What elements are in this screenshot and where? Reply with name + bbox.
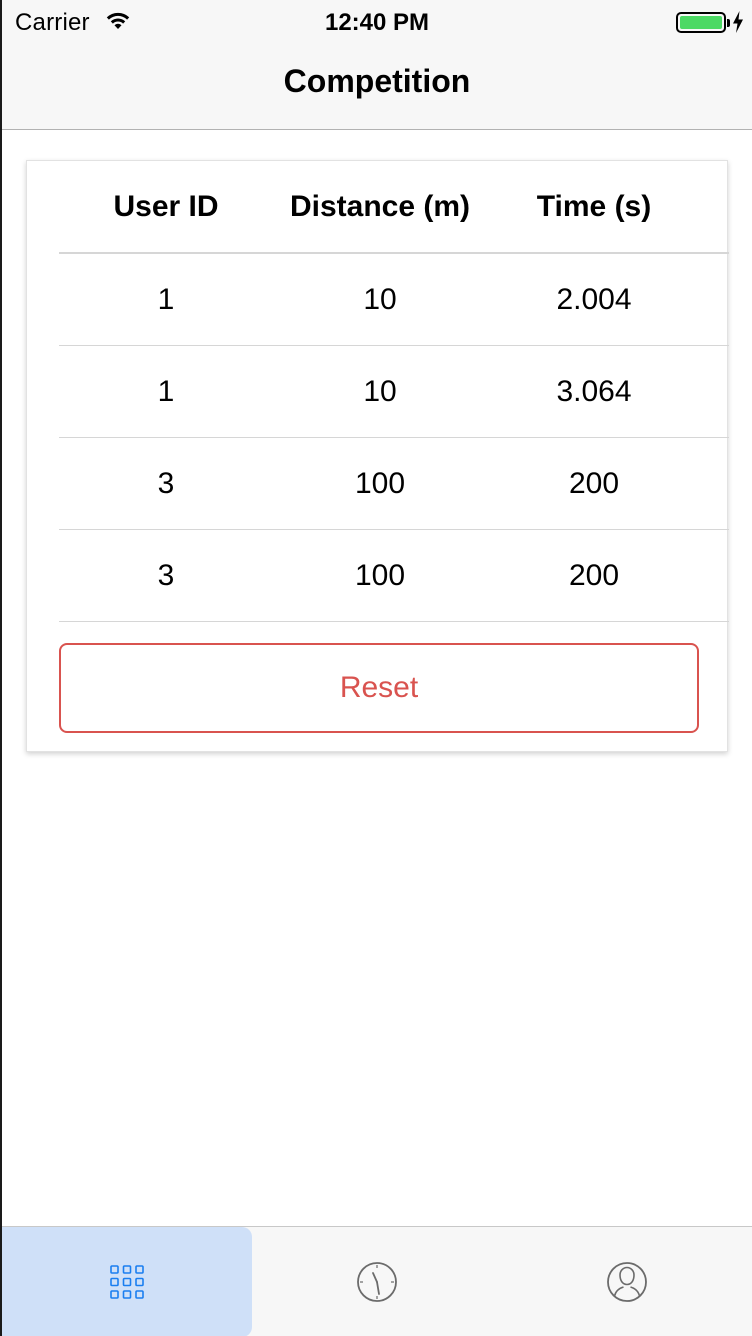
cell-user-id: 3 — [157, 558, 175, 592]
table-header-row: User ID Distance (m) Time (s) — [59, 161, 729, 254]
reset-button[interactable]: Reset — [59, 643, 699, 733]
cell-user-id: 1 — [157, 282, 175, 316]
column-header-user-id: User ID — [113, 189, 219, 223]
tab-grid[interactable] — [2, 1227, 252, 1336]
table-row: 1 10 3.064 — [59, 346, 729, 438]
battery-tip — [727, 19, 730, 27]
cell-distance: 10 — [363, 374, 397, 408]
battery-level — [680, 16, 722, 29]
cell-user-id: 3 — [157, 466, 175, 500]
tab-profile[interactable] — [502, 1227, 752, 1336]
profile-icon — [607, 1262, 647, 1302]
results-card: User ID Distance (m) Time (s) 1 10 2.004… — [26, 160, 729, 752]
cell-distance: 10 — [363, 282, 397, 316]
tab-history[interactable] — [252, 1227, 502, 1336]
app-screen: Carrier 12:40 PM Competition User ID Dis… — [0, 0, 752, 1336]
table-row: 3 100 200 — [59, 438, 729, 530]
cell-time: 200 — [568, 466, 620, 500]
table-row: 3 100 200 — [59, 530, 729, 622]
clock-icon — [357, 1262, 397, 1302]
table-row: 1 10 2.004 — [59, 254, 729, 346]
column-header-distance: Distance (m) — [289, 189, 471, 223]
cell-user-id: 1 — [157, 374, 175, 408]
cell-time: 200 — [568, 558, 620, 592]
cell-distance: 100 — [354, 466, 406, 500]
navigation-bar: Competition — [2, 44, 752, 130]
column-header-time: Time (s) — [536, 189, 652, 223]
cell-distance: 100 — [354, 558, 406, 592]
battery-icon — [676, 12, 726, 33]
cell-time: 2.004 — [556, 282, 632, 316]
page-title: Competition — [283, 63, 471, 99]
cell-time: 3.064 — [556, 374, 632, 408]
grid-icon — [110, 1265, 144, 1299]
tab-bar — [2, 1226, 752, 1336]
status-time: 12:40 PM — [324, 9, 430, 36]
status-bar: Carrier 12:40 PM — [2, 0, 752, 44]
charging-bolt-icon — [733, 11, 743, 33]
